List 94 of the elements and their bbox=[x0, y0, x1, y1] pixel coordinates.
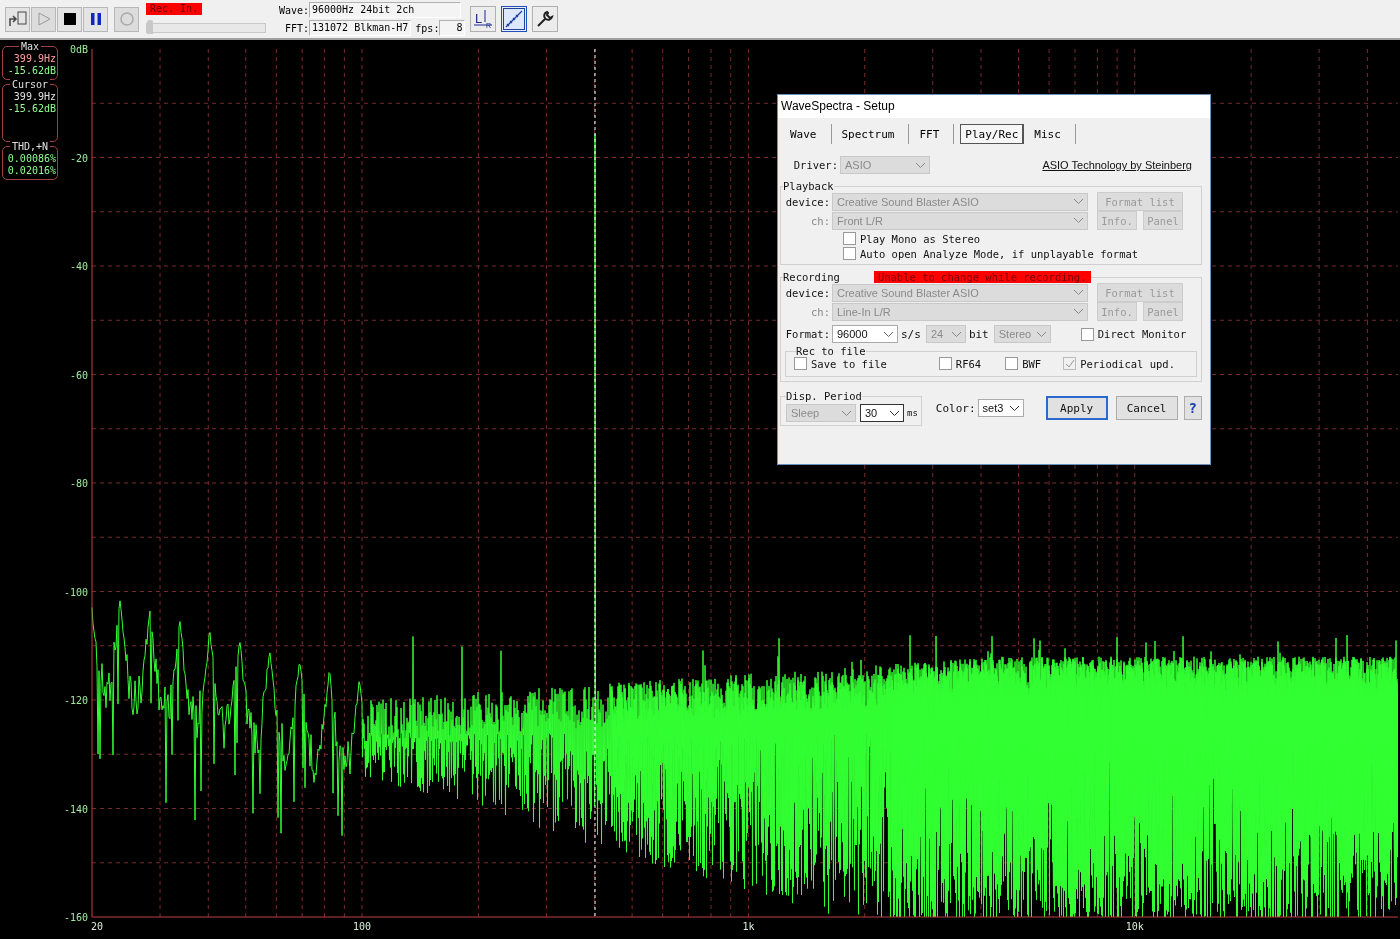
tab[interactable]: Play/Rec bbox=[960, 124, 1025, 144]
caret-icon bbox=[1009, 405, 1019, 411]
wrench-icon bbox=[535, 9, 556, 29]
checkbox-label: Direct Monitor bbox=[1097, 328, 1187, 340]
readout-title: Cursor bbox=[9, 79, 51, 91]
toolbar-button[interactable] bbox=[83, 6, 108, 32]
y-axis-label: -100 bbox=[63, 586, 88, 598]
tab[interactable]: FFT bbox=[915, 124, 955, 144]
group-label: Recording bbox=[783, 271, 840, 283]
caret-icon bbox=[1074, 218, 1083, 223]
x-axis-label: 100 bbox=[353, 921, 372, 932]
apply-button[interactable]: Apply bbox=[1045, 396, 1108, 420]
caret-icon bbox=[1036, 331, 1046, 337]
rate-unit: s/s bbox=[901, 327, 921, 341]
group-label: Playback bbox=[783, 180, 834, 192]
driver-label: Driver: bbox=[792, 159, 838, 171]
sample-rate-dropdown[interactable]: 96000 bbox=[832, 325, 898, 343]
wave-format-field: 96000Hz 24bit 2ch bbox=[309, 2, 461, 18]
fft-setting-field: 131072 Blkman-H7 bbox=[309, 20, 412, 36]
y-axis-label: -60 bbox=[69, 369, 88, 381]
checkbox[interactable] bbox=[1005, 357, 1019, 370]
steinberg-link[interactable]: ASIO Technology by Steinberg bbox=[1042, 159, 1192, 171]
y-axis-label: -160 bbox=[63, 912, 88, 923]
caret-icon bbox=[916, 162, 925, 168]
tab[interactable]: Spectrum bbox=[837, 124, 910, 144]
y-axis-label: -80 bbox=[69, 478, 88, 489]
tab[interactable]: Misc bbox=[1030, 124, 1076, 144]
readout-title: Max bbox=[18, 41, 42, 53]
x-axis-label: 20 bbox=[91, 921, 103, 932]
x-axis-label: 10k bbox=[1125, 921, 1144, 932]
caret-icon bbox=[1074, 199, 1083, 204]
readout-title: THD,+N bbox=[9, 141, 51, 153]
wave-label: Wave: bbox=[279, 4, 309, 16]
y-axis-label: 0dB bbox=[69, 44, 88, 55]
checkbox-label: Play Mono as Stereo bbox=[860, 232, 981, 245]
period-unit: ms bbox=[907, 408, 918, 418]
help-button[interactable]: ? bbox=[1183, 396, 1202, 420]
checkbox-label: Auto open Analyze Mode, if unplayable format bbox=[860, 247, 1139, 260]
checkbox[interactable] bbox=[843, 232, 856, 245]
readout-value: 399.9Hz bbox=[13, 91, 56, 103]
play-icon bbox=[35, 11, 52, 27]
tab[interactable]: Wave bbox=[786, 124, 832, 144]
dialog-title: WaveSpectra - Setup bbox=[778, 95, 1210, 118]
export-icon bbox=[7, 10, 28, 28]
format-label: Format: bbox=[784, 328, 830, 340]
y-axis-label: -140 bbox=[63, 803, 88, 815]
checkbox-label: RF64 bbox=[955, 357, 982, 370]
readout-value: 0.00086% bbox=[7, 153, 56, 165]
color-dropdown[interactable]: set3 bbox=[977, 399, 1024, 417]
warning-message: Unable to change while recording. bbox=[873, 271, 1091, 283]
readout-value: 399.9Hz bbox=[13, 53, 56, 65]
color-label: Color: bbox=[935, 401, 976, 415]
checkbox-label: Save to file bbox=[811, 357, 887, 370]
toolbar-button[interactable] bbox=[57, 6, 82, 32]
y-axis-label: -120 bbox=[63, 695, 88, 706]
checkbox[interactable] bbox=[938, 357, 952, 370]
group-label: Disp. Period bbox=[786, 390, 862, 402]
caret-icon bbox=[1074, 309, 1083, 314]
fps-label: fps: bbox=[415, 22, 440, 34]
device-label: device: bbox=[784, 195, 830, 208]
readout-value: 0.02016% bbox=[7, 165, 56, 177]
toolbar-button[interactable] bbox=[532, 6, 559, 32]
caret-icon bbox=[842, 410, 851, 416]
device-label: device: bbox=[784, 286, 830, 299]
rec-in-label: Rec. In. bbox=[146, 3, 203, 15]
record-icon bbox=[119, 12, 134, 26]
pause-icon bbox=[89, 13, 102, 25]
cancel-button[interactable]: Cancel bbox=[1115, 396, 1178, 420]
toolbar-button[interactable] bbox=[501, 6, 528, 32]
input-level-slider[interactable] bbox=[146, 23, 266, 33]
bit-unit: bit bbox=[968, 327, 989, 341]
checkbox[interactable] bbox=[843, 247, 856, 260]
caret-icon bbox=[951, 331, 961, 337]
x-axis-label: 1k bbox=[742, 921, 755, 932]
channel-label: ch: bbox=[810, 305, 830, 318]
checkbox-label: Periodical upd. bbox=[1080, 357, 1175, 370]
checkbox[interactable] bbox=[794, 357, 807, 370]
checkbox-label: BWF bbox=[1022, 357, 1042, 370]
caret-icon bbox=[884, 331, 893, 337]
caret-icon bbox=[890, 410, 899, 416]
ruler-icon bbox=[503, 8, 526, 30]
readout-value: -15.62dB bbox=[7, 103, 56, 115]
readout-value: -15.62dB bbox=[7, 65, 56, 77]
y-axis-label: -40 bbox=[69, 261, 88, 272]
channel-label: ch: bbox=[810, 214, 830, 227]
checkbox[interactable] bbox=[1080, 327, 1094, 341]
period-dropdown[interactable]: 30 bbox=[860, 404, 904, 422]
caret-icon bbox=[1074, 290, 1083, 295]
stop-icon bbox=[63, 13, 76, 25]
fft-label: FFT: bbox=[283, 22, 309, 34]
fps-field: 8 bbox=[439, 20, 466, 36]
slider-thumb[interactable] bbox=[147, 20, 153, 34]
group-label: Rec to file bbox=[796, 345, 866, 357]
y-axis-label: -20 bbox=[69, 152, 88, 164]
